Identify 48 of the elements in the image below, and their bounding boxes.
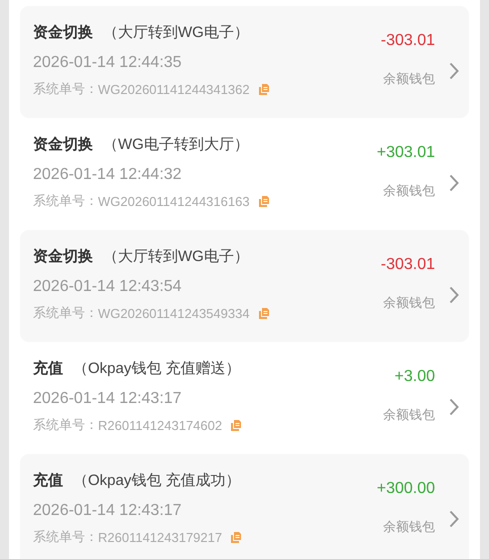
record-time: 2026-01-14 12:44:32 (33, 165, 183, 185)
chevron-icon (449, 174, 459, 192)
copy-icon[interactable] (231, 420, 242, 430)
record-card[interactable]: 充值 （Okpay钱包 充值成功） 2026-01-14 12:43:17 系统单号：R2601141243179217 +300.00 余额钱包 (20, 454, 469, 559)
copy-icon[interactable] (231, 532, 242, 542)
record-type: 资金切换 (33, 134, 93, 154)
wallet-label: 余额钱包 (383, 70, 435, 88)
record-detail: （大厅转到WG电子） (103, 246, 249, 266)
order-number: WG202601141244316163 (98, 194, 250, 208)
record-time: 2026-01-14 12:44:35 (33, 53, 183, 73)
copy-icon[interactable] (258, 196, 269, 206)
chevron-icon (449, 286, 459, 304)
order-number: R2601141243174602 (98, 418, 222, 432)
order-number: R2601141243179217 (98, 530, 222, 544)
order-label: 系统单号： (33, 192, 98, 210)
record-detail: （Okpay钱包 充值赠送） (73, 358, 241, 378)
amount: -303.01 (380, 256, 435, 274)
record-detail: （大厅转到WG电子） (103, 22, 249, 42)
wallet-label: 余额钱包 (383, 518, 435, 536)
record-detail: （Okpay钱包 充值成功） (73, 470, 241, 490)
record-card[interactable]: 资金切换 （大厅转到WG电子） 2026-01-14 12:44:35 系统单号：WG202601141244341362 -303.01 余额钱包 (20, 6, 469, 118)
record-time: 2026-01-14 12:43:17 (33, 389, 183, 409)
chevron-icon (449, 398, 459, 416)
wallet-label: 余额钱包 (383, 182, 435, 200)
amount: +303.01 (376, 144, 435, 162)
order-label: 系统单号： (33, 80, 98, 98)
order-number: WG202601141244341362 (98, 82, 250, 96)
order-label: 系统单号： (33, 416, 98, 434)
order-label: 系统单号： (33, 304, 98, 322)
order-number: WG202601141243549334 (98, 306, 250, 320)
record-card[interactable]: 资金切换 （大厅转到WG电子） 2026-01-14 12:43:54 系统单号：WG202601141243549334 -303.01 余额钱包 (20, 230, 469, 342)
record-time: 2026-01-14 12:43:17 (33, 501, 183, 521)
chevron-icon (449, 62, 459, 80)
amount: +300.00 (376, 480, 435, 498)
amount: +3.00 (394, 368, 435, 386)
order-label: 系统单号： (33, 528, 98, 546)
record-time: 2026-01-14 12:43:54 (33, 277, 183, 297)
copy-icon[interactable] (258, 84, 269, 94)
record-detail: （WG电子转到大厅） (103, 134, 249, 154)
amount: -303.01 (380, 32, 435, 50)
record-type: 充值 (33, 470, 63, 490)
copy-icon[interactable] (258, 308, 269, 318)
chevron-icon (449, 510, 459, 528)
record-type: 资金切换 (33, 22, 93, 42)
wallet-label: 余额钱包 (383, 294, 435, 312)
wallet-label: 余额钱包 (383, 406, 435, 424)
record-type: 资金切换 (33, 246, 93, 266)
record-type: 充值 (33, 358, 63, 378)
